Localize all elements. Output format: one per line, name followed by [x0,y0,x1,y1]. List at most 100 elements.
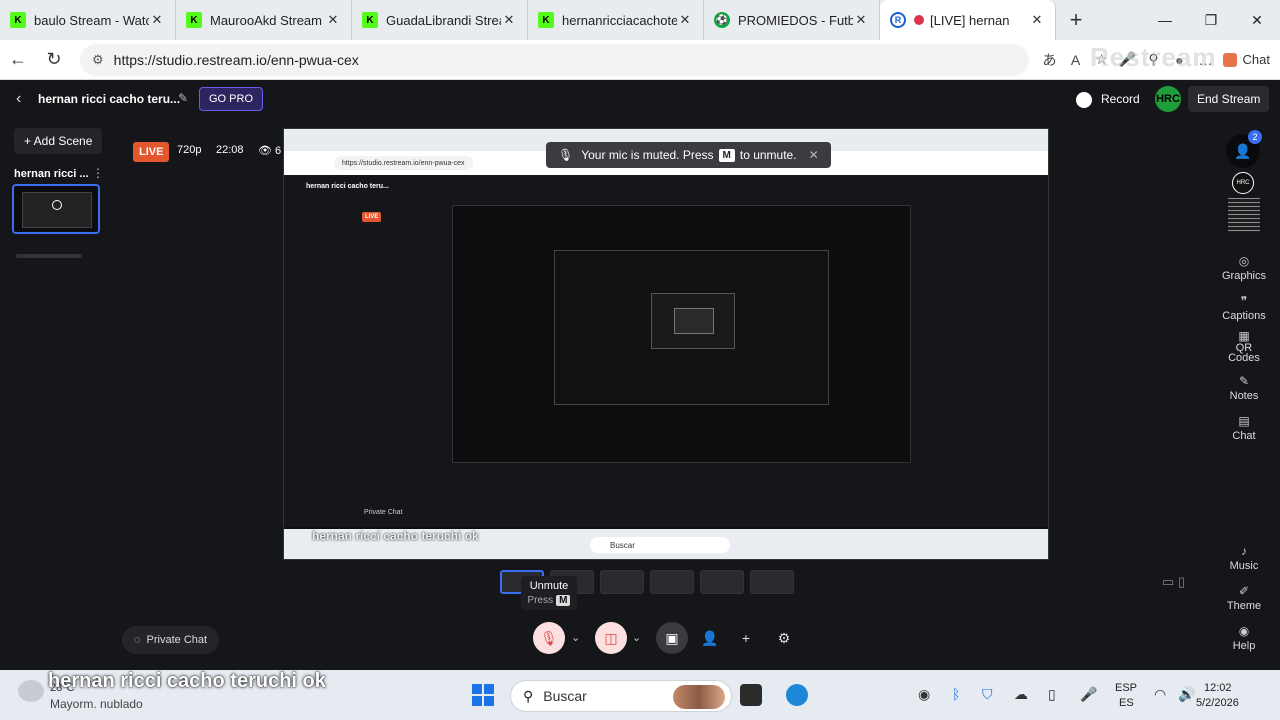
palette-icon: ◎ [1238,254,1250,268]
mic-off-icon: 🎙 [540,629,558,646]
close-icon[interactable]: ✕ [501,12,517,28]
close-icon[interactable]: ✕ [809,148,819,162]
layout-option[interactable] [650,570,694,594]
clock-time[interactable]: 12:02 [1204,682,1232,694]
reload-button[interactable]: ↻ [36,44,72,76]
back-button[interactable]: ← [0,44,36,76]
invite-guest-button[interactable]: 👤 [694,622,726,654]
edge-browser-icon[interactable] [786,684,808,706]
brush-icon: ✐ [1238,584,1250,598]
close-icon[interactable]: ✕ [149,12,165,28]
browser-tab-active[interactable]: R [LIVE] hernan ✕ [880,0,1056,40]
browser-tab[interactable]: K MaurooAkd Stream - V ✕ [176,0,352,40]
tab-title: [LIVE] hernan [930,12,1010,28]
layout-option[interactable] [600,570,644,594]
tooltip-title: Unmute [529,580,569,592]
close-icon[interactable]: ✕ [677,12,693,28]
close-icon[interactable]: ✕ [1029,12,1045,28]
record-toggle[interactable] [1076,92,1092,108]
wifi-icon[interactable]: ◠ [1154,686,1166,703]
close-icon[interactable]: ✕ [853,12,869,28]
close-icon[interactable]: ✕ [325,12,341,28]
camera-off-icon: ◫ [604,629,618,646]
rail-qr-codes[interactable]: ▦ QR Codes [1212,330,1276,364]
stream-caption-overlay: hernan ricci cacho teruchi ok [48,670,326,692]
browser-tab[interactable]: K baulo Stream - Watch ✕ [0,0,176,40]
participant-thumbnail[interactable] [1228,198,1260,232]
task-view-icon[interactable] [740,684,762,706]
defender-icon[interactable]: ◉ [918,686,930,703]
rail-notes[interactable]: ✎ Notes [1212,374,1276,402]
browser-tab[interactable]: K hernanricciacachoterucl ✕ [528,0,704,40]
rail-label: QR Codes [1228,342,1260,364]
windows-start-icon[interactable] [472,684,494,706]
chevron-down-icon[interactable]: ⌄ [571,631,580,644]
add-user-icon: 👤 [701,629,719,646]
device-preview-icon[interactable]: ▭ ▯ [1162,574,1185,590]
site-info-icon[interactable]: ⚙ [92,52,104,68]
chat-bubble-icon: ◌ [134,634,141,646]
mic-toggle-button[interactable]: 🎙 [533,622,565,654]
soccer-ball-icon: ⚽ [714,12,730,28]
url-field[interactable]: ⚙ https://studio.restream.io/enn-pwua-ce… [80,43,1029,76]
volume-icon[interactable]: 🔊 [1178,686,1195,703]
rail-chat[interactable]: ▤ Chat [1212,414,1276,442]
microphone-icon[interactable]: 🎤 [1080,686,1097,703]
rail-label: Theme [1226,600,1262,612]
nested-screen-2 [554,250,829,405]
share-screen-button[interactable]: ▣ [656,622,688,654]
viewer-count: 👁 6 [258,145,282,157]
add-scene-button[interactable]: + Add Scene [14,128,103,154]
translate-icon[interactable]: あ [1037,50,1063,70]
rail-help[interactable]: ◉ Help [1212,624,1276,652]
weather-icon[interactable] [18,680,44,702]
rail-theme[interactable]: ✐ Theme [1212,584,1276,612]
end-stream-button[interactable]: End Stream [1188,86,1270,112]
chevron-left-icon[interactable]: ‹ [16,90,21,108]
rail-label: Graphics [1221,270,1267,282]
chat-button[interactable]: Chat [1222,52,1270,67]
cloud-icon[interactable]: ☁ [1014,686,1028,703]
kebab-menu-icon[interactable]: ⋮ [92,166,104,180]
restore-icon[interactable]: ❐ [1188,0,1234,40]
scene-scrollbar[interactable] [16,254,82,258]
guests-button[interactable]: 👤 2 [1226,130,1262,168]
rail-label: Music [1229,560,1259,572]
bluetooth-icon[interactable]: ᛒ [952,686,960,702]
tab-title: GuadaLibrandi Stream [386,12,501,28]
layout-option[interactable] [700,570,744,594]
stream-title: hernan ricci cacho teru... [38,92,181,106]
add-source-button[interactable]: + [730,622,762,654]
scene-thumbnail[interactable] [12,184,100,234]
minimize-icon[interactable]: — [1142,0,1188,40]
rail-captions[interactable]: ❞ Captions [1212,294,1276,322]
avatar[interactable]: HRC [1155,86,1181,112]
security-shield-icon[interactable]: ⛉ [982,686,993,703]
chat-label: Chat [1242,52,1270,67]
stream-canvas[interactable]: https://studio.restream.io/enn-pwua-cex … [283,128,1049,560]
settings-button[interactable]: ⚙ [768,622,800,654]
browser-tab[interactable]: ⚽ PROMIEDOS - Futbol A ✕ [704,0,880,40]
usb-drive-icon[interactable]: ▯ [1048,686,1056,703]
edit-icon[interactable]: ✎ [178,91,188,105]
input-language[interactable]: ESP [1115,682,1137,694]
mic-muted-toast: 🎙 Your mic is muted. Press M to unmute. … [546,142,831,168]
resolution: 720p [177,144,202,156]
taskbar-search[interactable]: ⚲ Buscar [510,680,732,712]
browser-tab[interactable]: K GuadaLibrandi Stream ✕ [352,0,528,40]
chevron-down-icon[interactable]: ⌄ [632,631,641,644]
tab-title: MaurooAkd Stream - V [210,12,325,28]
rail-graphics[interactable]: ◎ Graphics [1212,254,1276,282]
close-window-icon[interactable]: ✕ [1234,0,1280,40]
layout-option[interactable] [750,570,794,594]
private-chat-button[interactable]: ◌ Private Chat [122,626,220,654]
camera-toggle-button[interactable]: ◫ [595,622,627,654]
shared-search: Buscar [590,537,730,553]
go-pro-button[interactable]: GO PRO [199,87,264,111]
tab-title: hernanricciacachoterucl [562,12,677,28]
recording-dot-icon [914,15,924,25]
rail-label: Chat [1232,430,1256,442]
new-tab-button[interactable]: + [1056,0,1096,40]
read-aloud-icon[interactable]: A [1063,52,1089,68]
rail-music[interactable]: ♪ Music [1212,544,1276,572]
